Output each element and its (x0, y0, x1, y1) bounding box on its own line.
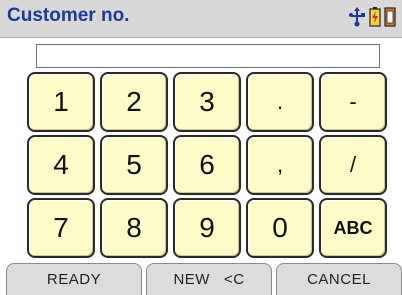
status-icons (348, 7, 396, 27)
page-title: Customer no. (7, 5, 130, 26)
usb-icon (348, 7, 366, 27)
key-minus[interactable]: - (319, 72, 387, 132)
customer-number-input[interactable] (36, 44, 380, 68)
key-0[interactable]: 0 (246, 198, 314, 258)
new-backspace-button[interactable]: NEW <C (146, 263, 272, 295)
key-6[interactable]: 6 (173, 135, 241, 195)
keypad: 1 2 3 . - 4 5 6 , / 7 8 9 0 ABC (27, 72, 387, 258)
ready-button[interactable]: READY (6, 263, 142, 295)
sd-card-icon (384, 7, 396, 27)
battery-charging-icon (369, 7, 381, 27)
key-8[interactable]: 8 (100, 198, 168, 258)
title-bar: Customer no. (0, 0, 402, 38)
key-9[interactable]: 9 (173, 198, 241, 258)
key-comma[interactable]: , (246, 135, 314, 195)
key-2[interactable]: 2 (100, 72, 168, 132)
key-1[interactable]: 1 (27, 72, 95, 132)
key-3[interactable]: 3 (173, 72, 241, 132)
key-4[interactable]: 4 (27, 135, 95, 195)
key-5[interactable]: 5 (100, 135, 168, 195)
key-period[interactable]: . (246, 72, 314, 132)
cancel-button[interactable]: CANCEL (276, 263, 402, 295)
key-slash[interactable]: / (319, 135, 387, 195)
softkey-bar: READY NEW <C CANCEL (0, 263, 402, 295)
key-7[interactable]: 7 (27, 198, 95, 258)
customer-number-screen: Customer no. 1 2 3 . - 4 5 6 , / 7 8 9 0… (0, 0, 402, 295)
key-abc[interactable]: ABC (319, 198, 387, 258)
